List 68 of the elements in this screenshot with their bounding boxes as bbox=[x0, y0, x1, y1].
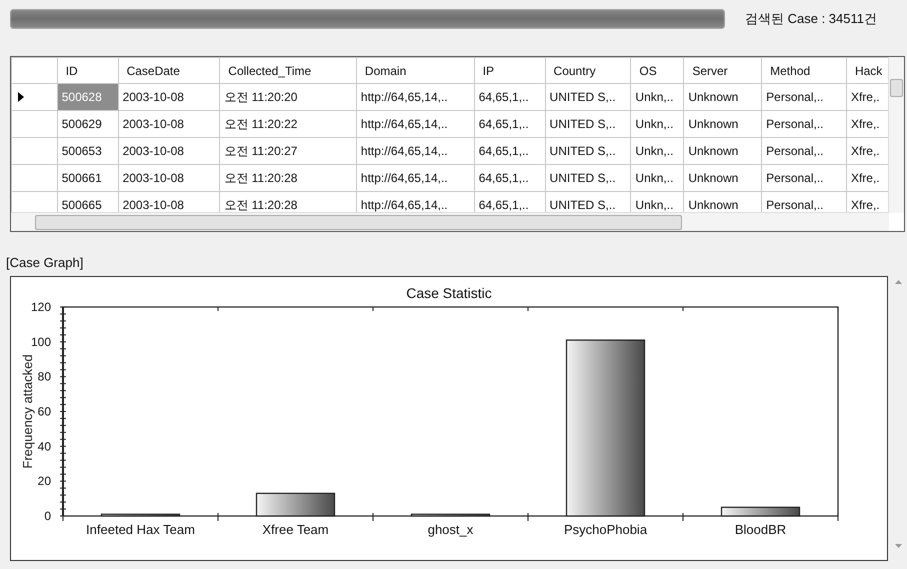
table-cell: Unknown bbox=[684, 110, 762, 138]
tick-label: 120 bbox=[30, 300, 51, 314]
table-cell: 오전 11:20:22 bbox=[220, 110, 356, 138]
table-cell: 500629 bbox=[57, 110, 118, 138]
table-cell: 64,65,1,.. bbox=[474, 110, 546, 138]
table-cell: UNITED S,.. bbox=[545, 110, 631, 138]
table-cell: 2003-10-08 bbox=[118, 164, 220, 192]
table-cell: 64,65,1,.. bbox=[474, 138, 546, 164]
vertical-scrollbar[interactable] bbox=[888, 57, 904, 213]
table-cell: http://64,65,14,.. bbox=[356, 138, 474, 164]
table-cell: 오전 11:20:20 bbox=[220, 84, 356, 110]
column-header[interactable]: Collected_Time bbox=[220, 58, 356, 84]
column-header[interactable]: ID bbox=[57, 58, 118, 84]
column-header[interactable]: Method bbox=[762, 58, 846, 84]
table-cell: 2003-10-08 bbox=[118, 110, 220, 138]
category-label: PsychoPhobia bbox=[564, 522, 648, 537]
tick-label: 40 bbox=[38, 439, 51, 454]
table-cell: Unknown bbox=[684, 138, 762, 164]
table-cell: Unkn,.. bbox=[630, 138, 684, 164]
table-cell: UNITED S,.. bbox=[545, 138, 631, 164]
column-header[interactable]: Hack bbox=[846, 58, 888, 84]
result-count: 검색된 Case : 34511건 bbox=[745, 10, 877, 28]
table-cell: 500653 bbox=[57, 138, 118, 164]
table-cell: Personal,.. bbox=[762, 84, 846, 110]
table-cell: 500661 bbox=[57, 164, 118, 192]
table-cell: 2003-10-08 bbox=[118, 138, 220, 164]
table-cell: UNITED S,.. bbox=[545, 84, 631, 110]
scroll-down-icon[interactable] bbox=[895, 544, 902, 548]
category-label: ghost_x bbox=[428, 522, 474, 537]
column-header[interactable]: IP bbox=[474, 58, 546, 84]
category-label: Xfree Team bbox=[262, 522, 329, 537]
column-header[interactable]: Domain bbox=[356, 58, 474, 84]
tick-label: 0 bbox=[44, 509, 51, 523]
table-cell: UNITED S,.. bbox=[545, 164, 631, 192]
axis-title: Frequency attacked bbox=[20, 354, 35, 469]
table-cell: 2003-10-08 bbox=[118, 84, 220, 110]
category-label: Infeeted Hax Team bbox=[86, 522, 195, 537]
tick-label: 20 bbox=[38, 474, 51, 488]
category-label: BloodBR bbox=[734, 522, 786, 537]
horizontal-scrollbar[interactable] bbox=[11, 212, 889, 231]
current-row-icon bbox=[18, 92, 24, 102]
scroll-up-icon[interactable] bbox=[895, 280, 902, 284]
table-cell: 오전 11:20:28 bbox=[220, 164, 356, 192]
table-cell: http://64,65,14,.. bbox=[356, 164, 474, 192]
table-cell: 500628 bbox=[57, 84, 118, 110]
row-header[interactable] bbox=[12, 84, 58, 110]
chart-title: Case Statistic bbox=[406, 285, 492, 301]
tick-label: 80 bbox=[38, 370, 51, 384]
tick-label: 100 bbox=[30, 334, 51, 349]
table-cell: Personal,.. bbox=[762, 138, 846, 164]
column-header[interactable]: Country bbox=[545, 58, 631, 84]
column-header[interactable]: OS bbox=[630, 58, 684, 84]
table-cell: Personal,.. bbox=[762, 164, 846, 192]
table-cell: Unknown bbox=[684, 84, 762, 110]
table-cell: Unkn,.. bbox=[630, 164, 684, 192]
table-cell: Unknown bbox=[684, 164, 762, 192]
table-cell: 64,65,1,.. bbox=[474, 84, 546, 110]
table-cell: Unkn,.. bbox=[630, 110, 684, 138]
table-cell: 64,65,1,.. bbox=[474, 164, 546, 192]
section-label: [Case Graph] bbox=[6, 255, 84, 270]
table-cell: 오전 11:20:27 bbox=[220, 138, 356, 164]
table-cell: http://64,65,14,.. bbox=[356, 110, 474, 138]
table-cell: http://64,65,14,.. bbox=[356, 84, 474, 110]
column-header[interactable]: CaseDate bbox=[118, 58, 220, 84]
column-header[interactable]: Server bbox=[684, 58, 762, 84]
tick-label: 60 bbox=[38, 404, 51, 418]
table-cell: Unkn,.. bbox=[630, 84, 684, 110]
table-cell: Personal,.. bbox=[762, 110, 846, 138]
